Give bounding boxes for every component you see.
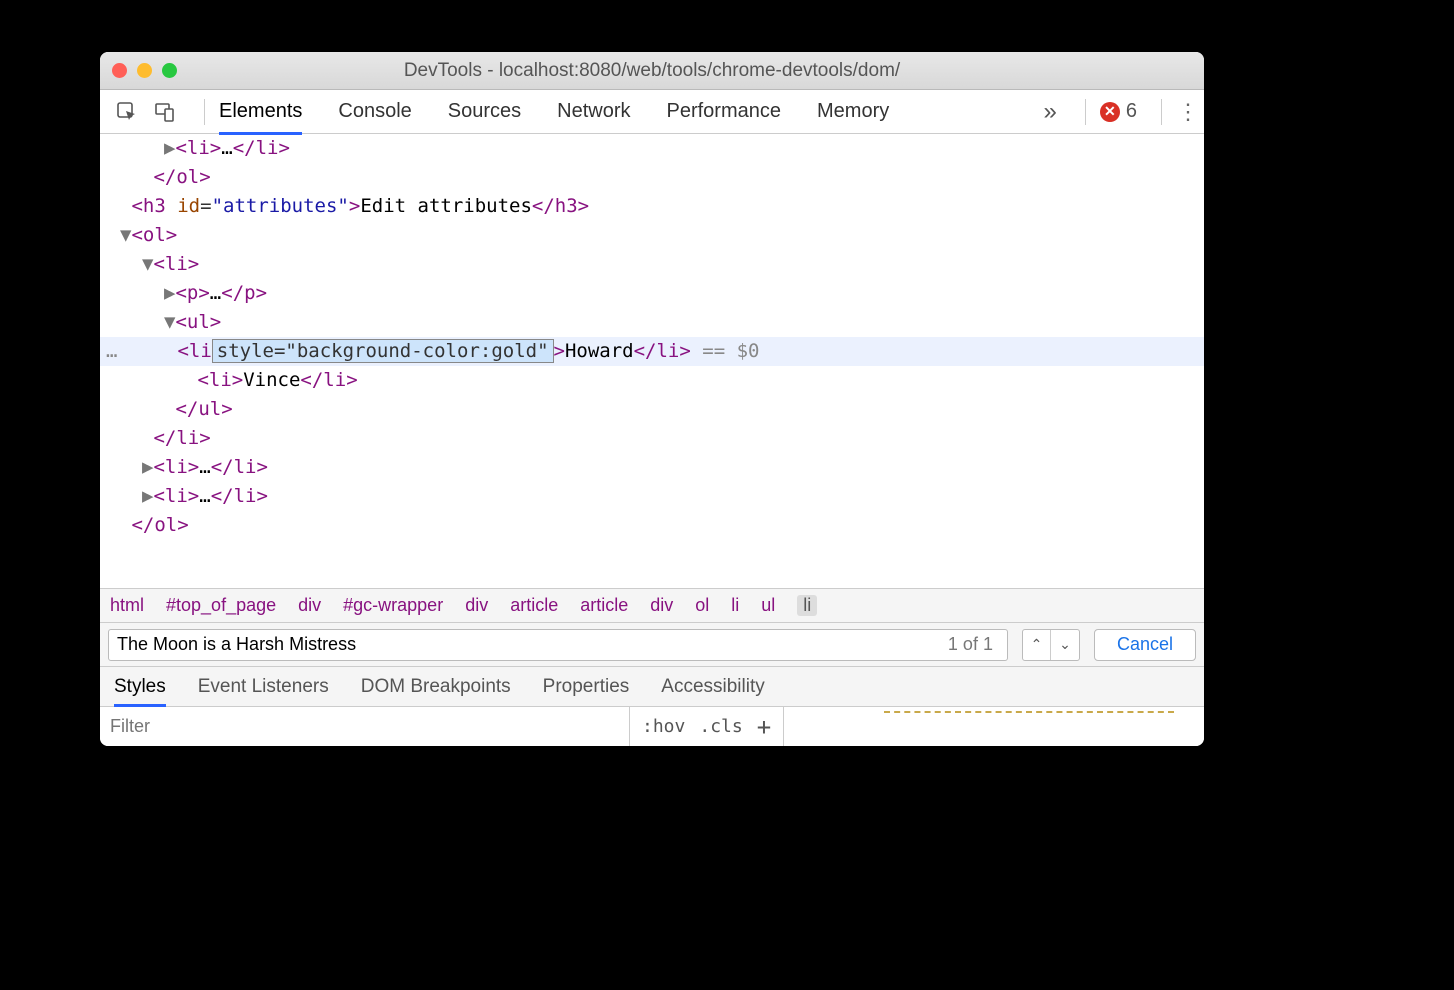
dom-node-row[interactable]: ▼<ul> (100, 308, 1204, 337)
breadcrumb-item[interactable]: div (298, 595, 321, 616)
styles-subtabs: Styles Event Listeners DOM Breakpoints Prop… (100, 666, 1204, 706)
subtab-dom-breakpoints[interactable]: DOM Breakpoints (361, 676, 511, 698)
search-input[interactable] (117, 634, 948, 655)
tab-sources[interactable]: Sources (448, 100, 521, 123)
breadcrumb-item[interactable]: div (650, 595, 673, 616)
styles-filter-input[interactable] (110, 716, 619, 737)
new-style-rule-icon[interactable]: + (757, 713, 771, 741)
styles-filter-box (100, 707, 630, 746)
devtools-toolbar: Elements Console Sources Network Performance… (100, 90, 1204, 134)
dom-node-row[interactable]: </ol> (100, 511, 1204, 540)
dom-node-row[interactable]: <h3 id="attributes">Edit attributes</h3> (100, 192, 1204, 221)
breadcrumb-item[interactable]: #gc-wrapper (343, 595, 443, 616)
dom-node-row[interactable]: ▼<li> (100, 250, 1204, 279)
dom-node-row[interactable] (100, 540, 1204, 550)
breadcrumb-item[interactable]: div (465, 595, 488, 616)
minimize-window-button[interactable] (137, 63, 152, 78)
subtab-event-listeners[interactable]: Event Listeners (198, 676, 329, 698)
device-toggle-icon[interactable] (152, 99, 178, 125)
breadcrumb-item[interactable]: article (580, 595, 628, 616)
dom-node-row[interactable]: </li> (100, 424, 1204, 453)
tab-console[interactable]: Console (338, 100, 411, 123)
dom-node-row[interactable]: <li>Vince</li> (100, 366, 1204, 395)
search-prev-button[interactable]: ⌃ (1023, 630, 1051, 660)
dom-node-row[interactable]: </ul> (100, 395, 1204, 424)
inspect-element-icon[interactable] (114, 99, 140, 125)
attribute-edit-input[interactable]: style="background-color:gold" (212, 339, 554, 363)
toolbar-separator (1085, 99, 1086, 125)
dom-node-row[interactable]: ▼<ol> (100, 221, 1204, 250)
error-icon: ✕ (1100, 102, 1120, 122)
tab-memory[interactable]: Memory (817, 100, 889, 123)
cls-toggle[interactable]: .cls (699, 716, 742, 737)
subtab-styles[interactable]: Styles (114, 676, 166, 698)
hov-toggle[interactable]: :hov (642, 716, 685, 737)
computed-pane (784, 707, 1204, 746)
dom-node-row[interactable]: … <listyle="background-color:gold">Howar… (100, 337, 1204, 366)
titlebar: DevTools - localhost:8080/web/tools/chro… (100, 52, 1204, 90)
search-bar: 1 of 1 ⌃ ⌄ Cancel (100, 622, 1204, 666)
devtools-window: DevTools - localhost:8080/web/tools/chro… (100, 52, 1204, 746)
breadcrumb-item[interactable]: ul (761, 595, 775, 616)
styles-toggles: :hov .cls + (630, 707, 784, 746)
error-counter[interactable]: ✕ 6 (1100, 100, 1137, 123)
dom-node-row[interactable]: ▶<li>…</li> (100, 482, 1204, 511)
breadcrumb-item[interactable]: html (110, 595, 144, 616)
box-model-outline (884, 711, 1174, 717)
window-title: DevTools - localhost:8080/web/tools/chro… (100, 60, 1204, 82)
tab-elements[interactable]: Elements (219, 100, 302, 123)
tab-network[interactable]: Network (557, 100, 630, 123)
cancel-button[interactable]: Cancel (1094, 629, 1196, 661)
subtab-accessibility[interactable]: Accessibility (661, 676, 764, 698)
search-box: 1 of 1 (108, 629, 1008, 661)
tab-performance[interactable]: Performance (667, 100, 782, 123)
search-result-count: 1 of 1 (948, 634, 993, 655)
panel-tabs: Elements Console Sources Network Performance… (219, 100, 1044, 123)
settings-menu-icon[interactable]: ⋮ (1176, 99, 1200, 125)
search-next-button[interactable]: ⌄ (1051, 630, 1079, 660)
elements-dom-tree[interactable]: ▶<li>…</li> </ol> <h3 id="attributes">Ed… (100, 134, 1204, 588)
breadcrumb-item[interactable]: li (731, 595, 739, 616)
breadcrumb-item[interactable]: li (797, 595, 817, 616)
more-tabs-icon[interactable]: » (1044, 98, 1057, 126)
dom-node-row[interactable]: ▶<li>…</li> (100, 453, 1204, 482)
toolbar-separator (1161, 99, 1162, 125)
dom-node-row[interactable]: </ol> (100, 163, 1204, 192)
toolbar-separator (204, 99, 205, 125)
dom-node-row[interactable]: ▶<li>…</li> (100, 134, 1204, 163)
breadcrumb-item[interactable]: article (510, 595, 558, 616)
close-window-button[interactable] (112, 63, 127, 78)
subtab-properties[interactable]: Properties (543, 676, 630, 698)
breadcrumb-item[interactable]: #top_of_page (166, 595, 276, 616)
breadcrumb-bar: html #top_of_page div #gc-wrapper div article… (100, 588, 1204, 622)
zoom-window-button[interactable] (162, 63, 177, 78)
search-nav: ⌃ ⌄ (1022, 629, 1080, 661)
styles-filter-row: :hov .cls + (100, 706, 1204, 746)
error-count: 6 (1126, 100, 1137, 123)
dom-node-row[interactable]: ▶<p>…</p> (100, 279, 1204, 308)
breadcrumb-item[interactable]: ol (695, 595, 709, 616)
window-controls (112, 63, 177, 78)
